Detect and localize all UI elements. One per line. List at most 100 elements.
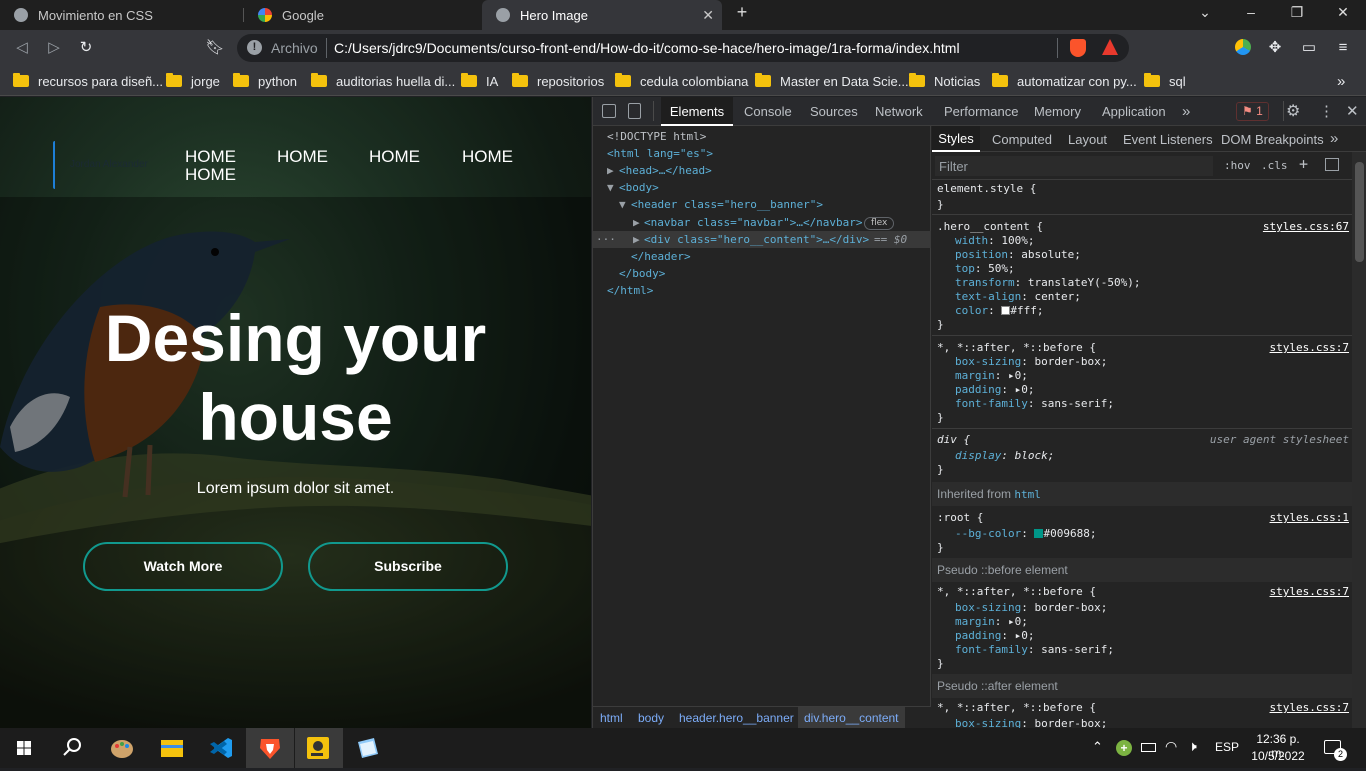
- bookmark-icon[interactable]: 🔖︎: [204, 37, 226, 59]
- styles-scrollbar[interactable]: [1352, 152, 1366, 728]
- rule-selector[interactable]: *, *::after, *::before {: [937, 585, 1096, 598]
- forward-icon[interactable]: ▷: [43, 37, 65, 59]
- css-declaration[interactable]: position: absolute;: [955, 248, 1081, 261]
- css-declaration[interactable]: box-sizing: border-box;: [955, 355, 1107, 368]
- close-window-icon[interactable]: ✕: [1333, 4, 1353, 24]
- tab-styles[interactable]: Styles: [932, 126, 980, 152]
- tab-application[interactable]: Application: [1102, 97, 1166, 126]
- hov-toggle[interactable]: :hov: [1224, 159, 1251, 172]
- rule-selector[interactable]: div {: [937, 433, 970, 446]
- ellipsis-icon[interactable]: ···: [596, 233, 616, 246]
- breadcrumb-item[interactable]: html: [600, 711, 623, 725]
- brave-browser-icon[interactable]: [246, 728, 294, 768]
- tab-dom-breakpoints[interactable]: DOM Breakpoints: [1221, 132, 1324, 147]
- css-declaration[interactable]: margin: ▸0;: [955, 369, 1028, 382]
- dom-node[interactable]: <!DOCTYPE html>: [607, 130, 706, 143]
- css-declaration[interactable]: width: 100%;: [955, 234, 1035, 247]
- css-declaration[interactable]: box-sizing: border-box;: [955, 717, 1107, 728]
- tab-google[interactable]: Google: [244, 0, 482, 30]
- css-declaration[interactable]: padding: ▸0;: [955, 383, 1034, 396]
- close-devtools-icon[interactable]: ✕: [1346, 97, 1359, 126]
- breadcrumb-item[interactable]: body: [638, 711, 664, 725]
- bookmark-folder[interactable]: jorge: [166, 71, 220, 91]
- tab-hero-image[interactable]: Hero Image ✕: [482, 0, 722, 30]
- source-link[interactable]: styles.css:7: [1270, 701, 1349, 714]
- source-link[interactable]: styles.css:7: [1270, 341, 1349, 354]
- input-language[interactable]: ESP: [1215, 740, 1239, 754]
- dom-node[interactable]: <head>…</head>: [619, 164, 712, 177]
- tray-chevron-up-icon[interactable]: ⌃: [1092, 739, 1103, 755]
- bookmark-folder[interactable]: repositorios: [512, 71, 604, 91]
- minimize-icon[interactable]: –: [1241, 4, 1261, 24]
- cls-toggle[interactable]: .cls: [1261, 159, 1288, 172]
- tray-app-icon[interactable]: +: [1116, 740, 1132, 756]
- volume-icon[interactable]: 🕨︎: [1188, 738, 1197, 755]
- css-declaration[interactable]: margin: ▸0;: [955, 615, 1028, 628]
- css-declaration[interactable]: display: block;: [955, 449, 1054, 462]
- restore-icon[interactable]: ❐: [1287, 4, 1307, 24]
- watch-more-button[interactable]: Watch More: [83, 542, 283, 591]
- reload-icon[interactable]: ↻: [75, 37, 97, 59]
- expand-triangle-icon[interactable]: ▶: [633, 216, 640, 229]
- notes-app-icon[interactable]: [344, 728, 392, 768]
- chevron-down-icon[interactable]: ⌄: [1195, 4, 1215, 24]
- styles-filter-input[interactable]: Filter: [935, 156, 1213, 176]
- back-icon[interactable]: ◁: [11, 37, 33, 59]
- brave-shields-icon[interactable]: [1070, 39, 1086, 57]
- scrollbar-thumb[interactable]: [1355, 162, 1364, 262]
- nav-link-home[interactable]: HOME: [277, 147, 328, 167]
- dom-node[interactable]: <html lang="es">: [607, 147, 713, 160]
- tab-layout[interactable]: Layout: [1068, 132, 1107, 147]
- dom-node[interactable]: <body>: [619, 181, 659, 194]
- css-declaration[interactable]: text-align: center;: [955, 290, 1081, 303]
- expand-triangle-icon[interactable]: ▶: [633, 233, 640, 246]
- clock-date[interactable]: 10/5/2022: [1248, 749, 1308, 763]
- new-tab-icon[interactable]: +: [732, 2, 752, 22]
- bookmark-folder[interactable]: automatizar con py...: [992, 71, 1137, 91]
- tab-memory[interactable]: Memory: [1034, 97, 1081, 126]
- tab-console[interactable]: Console: [744, 97, 792, 126]
- expand-triangle-icon[interactable]: ▶: [607, 164, 614, 177]
- tab-movimiento-css[interactable]: Movimiento en CSS: [0, 0, 242, 30]
- battery-icon[interactable]: [1141, 743, 1156, 752]
- more-tabs-icon[interactable]: »: [1330, 130, 1338, 147]
- source-link[interactable]: styles.css:7: [1270, 585, 1349, 598]
- vscode-icon[interactable]: [197, 728, 245, 768]
- css-declaration[interactable]: font-family: sans-serif;: [955, 397, 1114, 410]
- css-declaration[interactable]: padding: ▸0;: [955, 629, 1034, 642]
- bookmark-folder[interactable]: sql: [1144, 71, 1186, 91]
- sticky-app-icon[interactable]: [295, 728, 343, 768]
- puzzle-extensions-icon[interactable]: ✥: [1264, 37, 1286, 59]
- tab-computed[interactable]: Computed: [992, 132, 1052, 147]
- paint-app-icon[interactable]: [98, 728, 146, 768]
- breadcrumb-item-active[interactable]: div.hero__content: [798, 707, 905, 728]
- bookmark-folder[interactable]: cedula colombiana: [615, 71, 748, 91]
- inspect-element-icon[interactable]: [602, 104, 616, 118]
- collapse-triangle-icon[interactable]: ▼: [619, 198, 626, 211]
- subscribe-button[interactable]: Subscribe: [308, 542, 508, 591]
- bookmark-folder[interactable]: IA: [461, 71, 498, 91]
- rule-selector[interactable]: .hero__content {: [937, 220, 1043, 233]
- tab-elements[interactable]: Elements: [661, 97, 733, 126]
- menu-icon[interactable]: ≡: [1332, 37, 1354, 59]
- more-tabs-icon[interactable]: »: [1182, 97, 1190, 126]
- inherited-tag-link[interactable]: html: [1014, 488, 1041, 501]
- device-toolbar-icon[interactable]: [628, 103, 641, 119]
- tab-event-listeners[interactable]: Event Listeners: [1123, 132, 1213, 147]
- nav-link-home[interactable]: HOME: [185, 147, 236, 167]
- css-declaration[interactable]: top: 50%;: [955, 262, 1015, 275]
- bookmarks-overflow-icon[interactable]: »: [1337, 71, 1345, 91]
- rule-selector[interactable]: :root {: [937, 511, 983, 524]
- add-rule-icon[interactable]: +: [1299, 155, 1308, 173]
- close-tab-icon[interactable]: ✕: [702, 7, 714, 24]
- css-declaration[interactable]: --bg-color: #009688;: [955, 527, 1096, 540]
- issues-badge[interactable]: ⚑ 1: [1236, 102, 1269, 121]
- nav-link-home[interactable]: HOME: [369, 147, 420, 167]
- tab-network[interactable]: Network: [875, 97, 923, 126]
- info-icon[interactable]: !: [247, 40, 262, 55]
- bookmark-folder[interactable]: auditorias huella di...: [311, 71, 455, 91]
- dom-node[interactable]: <header class="hero__banner">: [631, 198, 823, 211]
- tab-performance[interactable]: Performance: [944, 97, 1018, 126]
- source-link[interactable]: styles.css:1: [1270, 511, 1349, 524]
- bookmark-folder[interactable]: python: [233, 71, 297, 91]
